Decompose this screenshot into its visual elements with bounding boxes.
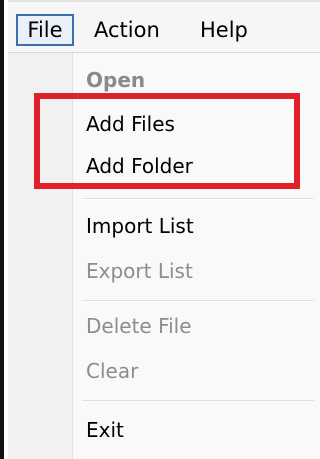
menu-file[interactable]: File — [16, 14, 74, 46]
menu-item-import-list[interactable]: Import List — [86, 211, 194, 241]
menu-action[interactable]: Action — [94, 14, 160, 46]
menu-bar-edge — [8, 0, 320, 2]
menu-item-clear[interactable]: Clear — [86, 356, 138, 386]
menu-bar: File Action Help — [8, 0, 320, 53]
menu-item-export-list[interactable]: Export List — [86, 256, 193, 286]
menu-separator — [82, 198, 314, 200]
application-window: File Action Help Open Add Files Add Fold… — [0, 0, 320, 459]
menu-separator — [82, 400, 314, 402]
menu-item-delete-file[interactable]: Delete File — [86, 311, 192, 341]
annotation-highlight-box — [34, 93, 300, 189]
menu-item-exit[interactable]: Exit — [86, 415, 124, 445]
menu-item-open[interactable]: Open — [86, 65, 145, 95]
menu-separator — [82, 300, 314, 302]
menu-help[interactable]: Help — [200, 14, 248, 46]
